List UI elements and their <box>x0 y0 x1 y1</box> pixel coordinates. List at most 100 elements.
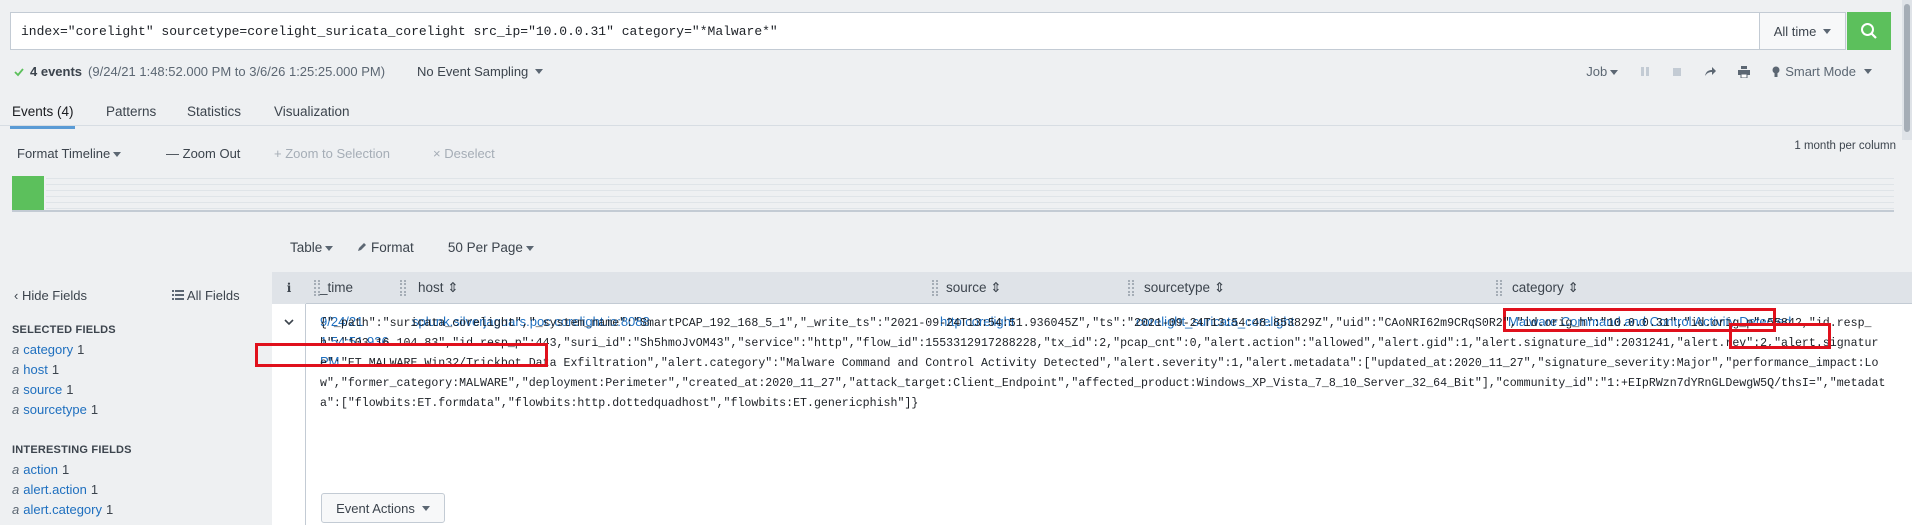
page-scrollbar[interactable] <box>1902 0 1912 140</box>
field-count: 1 <box>106 502 114 517</box>
timeline-bar[interactable] <box>12 176 44 210</box>
zoom-to-selection-button[interactable]: + Zoom to Selection <box>274 146 390 161</box>
column-header-time[interactable]: _time <box>320 280 353 295</box>
timeline-scale: 1 month per column <box>1794 140 1896 152</box>
timeline-gridline <box>46 178 1894 179</box>
field-alert-action[interactable]: a alert.action 1 <box>12 482 98 497</box>
field-count: 1 <box>51 362 60 377</box>
column-header-host[interactable]: host ⇕ <box>418 280 459 296</box>
info-icon: i <box>272 272 306 304</box>
format-timeline-dropdown[interactable]: Format Timeline <box>17 146 122 161</box>
scrollbar-thumb[interactable] <box>1904 4 1910 132</box>
table-view-label: Table <box>290 240 323 255</box>
fields-sidebar: ‹ Hide Fields All Fields SELECTED FIELDS… <box>0 272 272 525</box>
active-tab-indicator <box>10 126 75 129</box>
tab-patterns[interactable]: Patterns <box>106 104 156 119</box>
field-category[interactable]: a category 1 <box>12 342 84 357</box>
timeline-gridline <box>46 208 1894 209</box>
field-host[interactable]: a host 1 <box>12 362 59 377</box>
raw-line: {"_path":"suricata_corelight","_system_n… <box>320 317 1872 330</box>
field-name: alert.action <box>23 482 87 497</box>
field-name: alert.category <box>23 502 102 517</box>
timeline-gridline <box>46 202 1894 203</box>
check-icon <box>14 67 24 76</box>
column-drag-handle[interactable] <box>932 280 938 296</box>
event-count-label: 4 events <box>30 64 83 79</box>
chevron-down-icon <box>1610 70 1619 76</box>
string-type-icon: a <box>12 462 20 477</box>
zoom-out-label: Zoom Out <box>182 146 241 161</box>
field-count: 1 <box>90 402 99 417</box>
raw-line: h":"103.16.104.83","id.resp_p":443,"suri… <box>320 337 1879 350</box>
chevron-down-icon <box>421 505 430 511</box>
column-header-sourcetype[interactable]: sourcetype ⇕ <box>1144 280 1225 296</box>
field-alert-category[interactable]: a alert.category 1 <box>12 502 113 517</box>
column-drag-handle[interactable] <box>400 280 406 296</box>
highlight-box-signature-key <box>1729 323 1831 349</box>
per-page-label: 50 Per Page <box>447 240 523 255</box>
column-header-source[interactable]: source ⇕ <box>946 280 1002 296</box>
search-input[interactable]: index="corelight" sourcetype=corelight_s… <box>10 12 1760 50</box>
chevron-down-icon <box>525 245 534 251</box>
column-label: source <box>946 280 987 295</box>
event-time-range: (9/24/21 1:48:52.000 PM to 3/6/26 1:25:2… <box>88 64 386 79</box>
collapse-event-button[interactable] <box>272 304 306 340</box>
print-icon[interactable] <box>1738 65 1751 78</box>
stop-icon[interactable] <box>1672 67 1682 77</box>
search-mode-label: Smart Mode <box>1785 64 1856 79</box>
field-source[interactable]: a source 1 <box>12 382 74 397</box>
sampling-dropdown[interactable]: No Event Sampling <box>417 64 544 79</box>
sort-icon: ⇕ <box>1213 280 1226 295</box>
all-fields-button[interactable]: All Fields <box>172 288 240 303</box>
column-label: sourcetype <box>1144 280 1211 295</box>
tab-statistics[interactable]: Statistics <box>187 104 241 119</box>
search-icon <box>1861 23 1877 39</box>
column-label: host <box>418 280 444 295</box>
tab-events[interactable]: Events (4) <box>12 104 74 119</box>
field-action[interactable]: a action 1 <box>12 462 69 477</box>
table-header: _time host ⇕ source ⇕ sourcetype ⇕ categ… <box>272 272 1912 304</box>
field-sourcetype[interactable]: a sourcetype 1 <box>12 402 98 417</box>
table-view-dropdown[interactable]: Table <box>290 240 334 255</box>
sampling-label: No Event Sampling <box>417 64 529 79</box>
format-button[interactable]: Format <box>357 240 414 255</box>
pause-icon[interactable] <box>1640 66 1650 77</box>
chevron-down-icon <box>113 152 122 158</box>
results-table: _time host ⇕ source ⇕ sourcetype ⇕ categ… <box>255 272 1912 525</box>
results-tabs: Events (4) Patterns Statistics Visualiza… <box>0 96 1912 126</box>
status-row: 4 events (9/24/21 1:48:52.000 PM to 3/6/… <box>0 60 1912 88</box>
timeline-chart[interactable] <box>12 174 1894 212</box>
column-drag-handle[interactable] <box>1128 280 1134 296</box>
zoom-out-button[interactable]: — Zoom Out <box>166 146 240 161</box>
sort-icon: ⇕ <box>990 280 1002 295</box>
table-controls: Table Format 50 Per Page <box>290 240 534 255</box>
tab-visualization[interactable]: Visualization <box>274 104 350 119</box>
search-row: index="corelight" sourcetype=corelight_s… <box>0 0 1912 60</box>
column-drag-handle[interactable] <box>1496 280 1502 296</box>
selected-fields-title: SELECTED FIELDS <box>12 324 116 336</box>
job-label: Job <box>1586 64 1608 79</box>
time-range-picker[interactable]: All time <box>1760 12 1846 50</box>
sort-icon: ⇕ <box>1567 280 1579 295</box>
deselect-button[interactable]: × Deselect <box>433 146 495 161</box>
string-type-icon: a <box>12 502 20 517</box>
deselect-label: Deselect <box>444 146 495 161</box>
column-header-category[interactable]: category ⇕ <box>1512 280 1579 296</box>
job-dropdown[interactable]: Job <box>1586 64 1619 79</box>
timeline-axis <box>12 210 1894 212</box>
event-actions-button[interactable]: Event Actions <box>321 493 445 523</box>
string-type-icon: a <box>12 402 20 417</box>
per-page-dropdown[interactable]: 50 Per Page <box>448 240 534 255</box>
search-button[interactable] <box>1847 12 1891 50</box>
raw-line: a":["flowbits:ET.formdata","flowbits:htt… <box>320 397 919 410</box>
hide-fields-button[interactable]: ‹ Hide Fields <box>14 288 87 303</box>
chevron-down-icon <box>1823 28 1832 34</box>
lightbulb-icon <box>1772 66 1780 77</box>
hide-fields-label: Hide Fields <box>21 288 87 303</box>
search-mode-dropdown[interactable]: Smart Mode <box>1772 64 1872 79</box>
share-icon[interactable] <box>1704 66 1717 77</box>
timeline-gridline <box>46 190 1894 191</box>
timeline-gridline <box>46 184 1894 185</box>
field-count: 1 <box>61 462 70 477</box>
field-name: sourcetype <box>23 402 87 417</box>
